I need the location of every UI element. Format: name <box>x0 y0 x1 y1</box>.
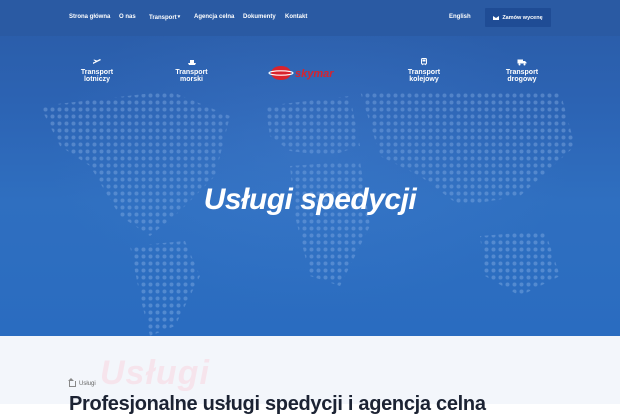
language-switch[interactable]: English <box>449 14 471 20</box>
service-rail-label: Transport kolejowy <box>407 69 441 83</box>
breadcrumb-current: Usługi <box>79 381 96 387</box>
breadcrumb: Usługi <box>68 378 96 387</box>
service-rail[interactable]: Transport kolejowy <box>395 58 453 83</box>
hero-title: Usługi spedycji <box>203 183 417 216</box>
train-icon <box>421 58 427 66</box>
page-heading: Profesjonalne usługi spedycji i agencja … <box>69 393 486 415</box>
service-road-label: Transport drogowy <box>505 69 539 83</box>
nav-about[interactable]: O nas <box>119 14 136 20</box>
service-sea-label: Transport morski <box>175 69 208 83</box>
ghost-heading-decoration: Usługi <box>100 354 210 392</box>
nav-home[interactable]: Strona główna <box>69 14 110 20</box>
chevron-down-icon: ▾ <box>177 14 181 20</box>
skymar-logo[interactable]: skymar <box>268 64 348 82</box>
order-quote-label: Zamów wycenę <box>502 14 543 21</box>
envelope-icon <box>493 15 500 20</box>
truck-icon <box>517 59 527 66</box>
logo-text: skymar <box>295 68 334 80</box>
nav-contact[interactable]: Kontakt <box>285 14 307 20</box>
service-air-label: Transport lotniczy <box>80 69 114 83</box>
nav-transport-label: Transport <box>149 15 177 21</box>
nav-customs[interactable]: Agencja celna <box>194 14 234 20</box>
home-icon[interactable] <box>68 378 76 387</box>
top-navigation: Strona główna O nas Transport▾ Agencja c… <box>0 0 620 36</box>
service-road[interactable]: Transport drogowy <box>493 58 551 83</box>
plane-icon <box>93 59 101 64</box>
service-sea[interactable]: Transport morski <box>165 58 218 83</box>
hero-section: Strona główna O nas Transport▾ Agencja c… <box>0 0 620 336</box>
order-quote-button[interactable]: Zamów wycenę <box>485 8 551 27</box>
service-air[interactable]: Transport lotniczy <box>69 58 125 83</box>
nav-documents[interactable]: Dokumenty <box>243 14 276 20</box>
nav-transport[interactable]: Transport▾ <box>149 14 180 21</box>
ship-icon <box>187 60 196 65</box>
